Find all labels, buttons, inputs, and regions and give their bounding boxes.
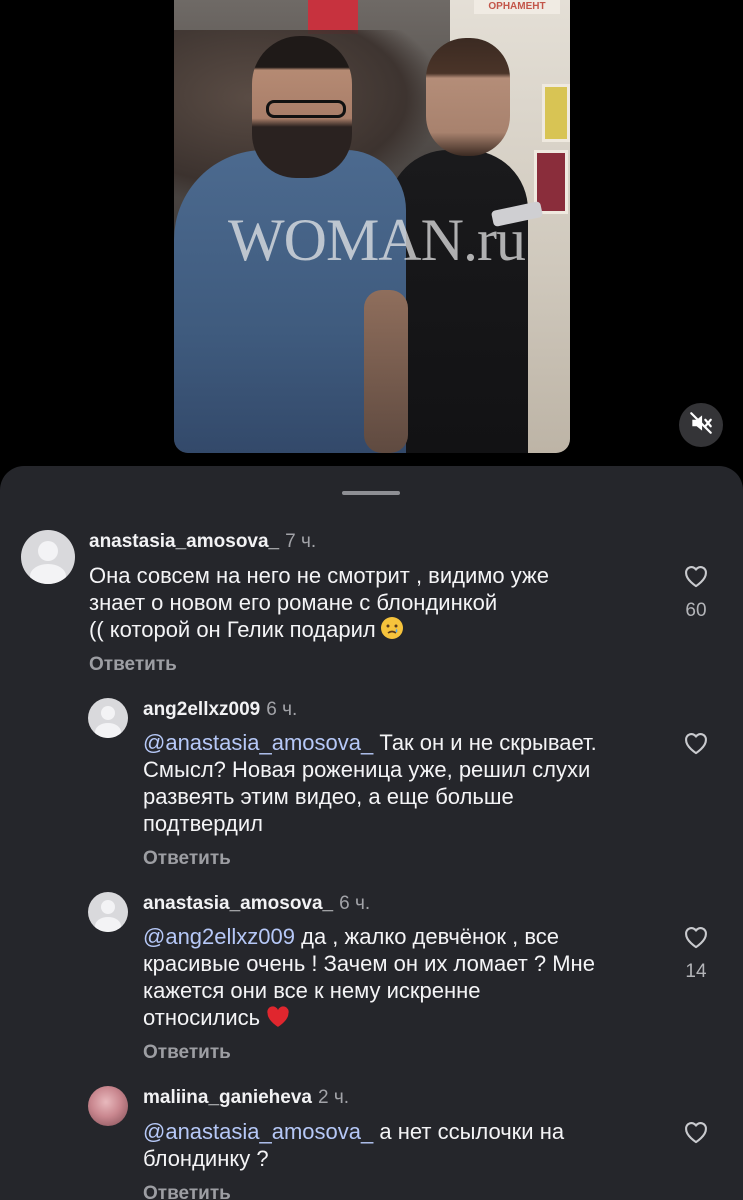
- comment-text: @anastasia_amosova_ а нет ссылочки на бл…: [143, 1119, 565, 1171]
- default-avatar-icon: [101, 900, 115, 914]
- reply-button[interactable]: Ответить: [143, 1183, 231, 1200]
- glasses: [266, 100, 346, 118]
- like-count: 60: [685, 600, 707, 621]
- comments-sheet: anastasia_amosova_ 7 ч. Она совсем на нег…: [0, 466, 743, 1200]
- heart-outline-icon: [682, 733, 710, 759]
- avatar[interactable]: [88, 892, 128, 932]
- like-button[interactable]: [671, 1118, 721, 1157]
- crying-face-emoji: [380, 616, 404, 646]
- woman-figure: [388, 150, 528, 453]
- comment-text: @anastasia_amosova_ Так он и не скрывает…: [143, 730, 597, 836]
- comment-timestamp: 6 ч.: [339, 893, 371, 914]
- comment-username[interactable]: anastasia_amosova_: [143, 893, 333, 914]
- mention-link[interactable]: @anastasia_amosova_: [143, 1119, 373, 1144]
- man-tattooed-arm: [364, 290, 408, 453]
- heart-outline-icon: [682, 1122, 710, 1148]
- mention-link[interactable]: @anastasia_amosova_: [143, 730, 373, 755]
- comment-timestamp: 2 ч.: [317, 1087, 349, 1108]
- reply-button[interactable]: Ответить: [143, 1042, 231, 1064]
- comment-timestamp: 7 ч.: [285, 531, 317, 552]
- avatar[interactable]: [88, 1086, 128, 1126]
- reply-button[interactable]: Ответить: [143, 848, 231, 870]
- comment-text: @ang2ellxz009 да , жалко девчёнок , все …: [143, 923, 663, 1034]
- heart-outline-icon: [682, 566, 710, 592]
- avatar[interactable]: [21, 530, 75, 584]
- comment-timestamp: 6 ч.: [266, 699, 298, 720]
- red-heart-emoji: [264, 1004, 292, 1034]
- default-avatar-icon: [101, 706, 115, 720]
- woman-head: [426, 38, 510, 156]
- comment-text: Она совсем на него не смотрит , видимо у…: [89, 562, 649, 646]
- video-area: ОРНАМЕНТ WOMAN.ru: [0, 0, 743, 470]
- avatar[interactable]: [88, 698, 128, 738]
- comment-username[interactable]: anastasia_amosova_: [89, 531, 279, 552]
- wall-artwork: [542, 84, 570, 142]
- like-button[interactable]: 14: [671, 923, 721, 982]
- like-count: 14: [685, 961, 707, 982]
- speaker-muted-icon: [688, 410, 714, 441]
- comment-username[interactable]: ang2ellxz009: [143, 699, 260, 720]
- video-player[interactable]: ОРНАМЕНТ WOMAN.ru: [174, 0, 570, 453]
- comment-username[interactable]: maliina_ganieheva: [143, 1087, 312, 1108]
- like-button[interactable]: [671, 729, 721, 768]
- like-button[interactable]: 60: [671, 562, 721, 621]
- sheet-drag-handle[interactable]: [342, 491, 400, 495]
- mention-link[interactable]: @ang2ellxz009: [143, 924, 295, 949]
- heart-outline-icon: [682, 927, 710, 953]
- background-sign: ОРНАМЕНТ: [474, 0, 560, 14]
- reply-button[interactable]: Ответить: [89, 654, 177, 676]
- watermark-logo: WOMAN.ru: [228, 207, 526, 273]
- mute-button[interactable]: [679, 403, 723, 447]
- default-avatar-icon: [38, 541, 58, 561]
- background-red-panel: [308, 0, 358, 34]
